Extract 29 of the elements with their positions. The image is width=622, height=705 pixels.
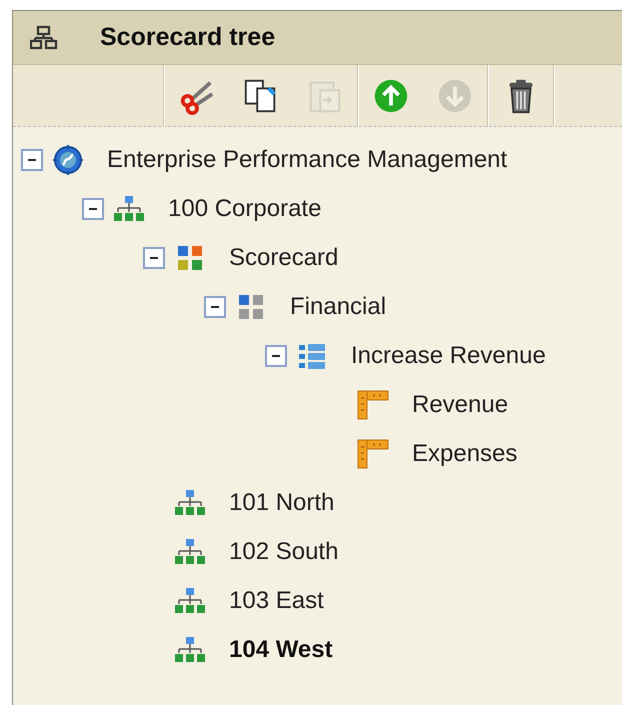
tree-item[interactable]: 102 South (229, 534, 338, 570)
tree-item[interactable]: Scorecard (229, 240, 338, 276)
org-chart-icon (174, 538, 206, 566)
tree-item[interactable]: 103 East (229, 582, 324, 618)
tree-item[interactable]: Financial (290, 288, 386, 324)
tree-item[interactable]: 101 North (229, 484, 334, 520)
tree-item[interactable]: Increase Revenue (351, 338, 546, 374)
org-chart-icon (174, 636, 206, 664)
tree-item[interactable]: 104 West (229, 632, 333, 668)
tree-item[interactable]: Revenue (412, 386, 508, 422)
collapse-toggle[interactable] (82, 198, 104, 220)
tree-item[interactable]: 100 Corporate (168, 190, 322, 226)
org-chart-icon (174, 586, 206, 614)
collapse-toggle[interactable] (143, 246, 165, 268)
tiles-icon (237, 292, 265, 320)
panel-title: Scorecard tree (100, 22, 276, 53)
compass-icon (52, 144, 84, 176)
collapse-toggle[interactable] (21, 148, 43, 170)
collapse-toggle[interactable] (265, 344, 287, 366)
tiles-icon (176, 244, 204, 272)
list-icon (298, 342, 326, 370)
org-chart-icon (113, 194, 145, 222)
collapse-toggle[interactable] (204, 296, 226, 318)
ruler-icon (357, 438, 389, 468)
ruler-icon (357, 390, 389, 420)
org-chart-icon (174, 488, 206, 516)
tree-item[interactable]: Enterprise Performance Management (107, 142, 508, 178)
hierarchy-icon (30, 24, 58, 50)
tree-item[interactable]: Expenses (412, 436, 518, 472)
